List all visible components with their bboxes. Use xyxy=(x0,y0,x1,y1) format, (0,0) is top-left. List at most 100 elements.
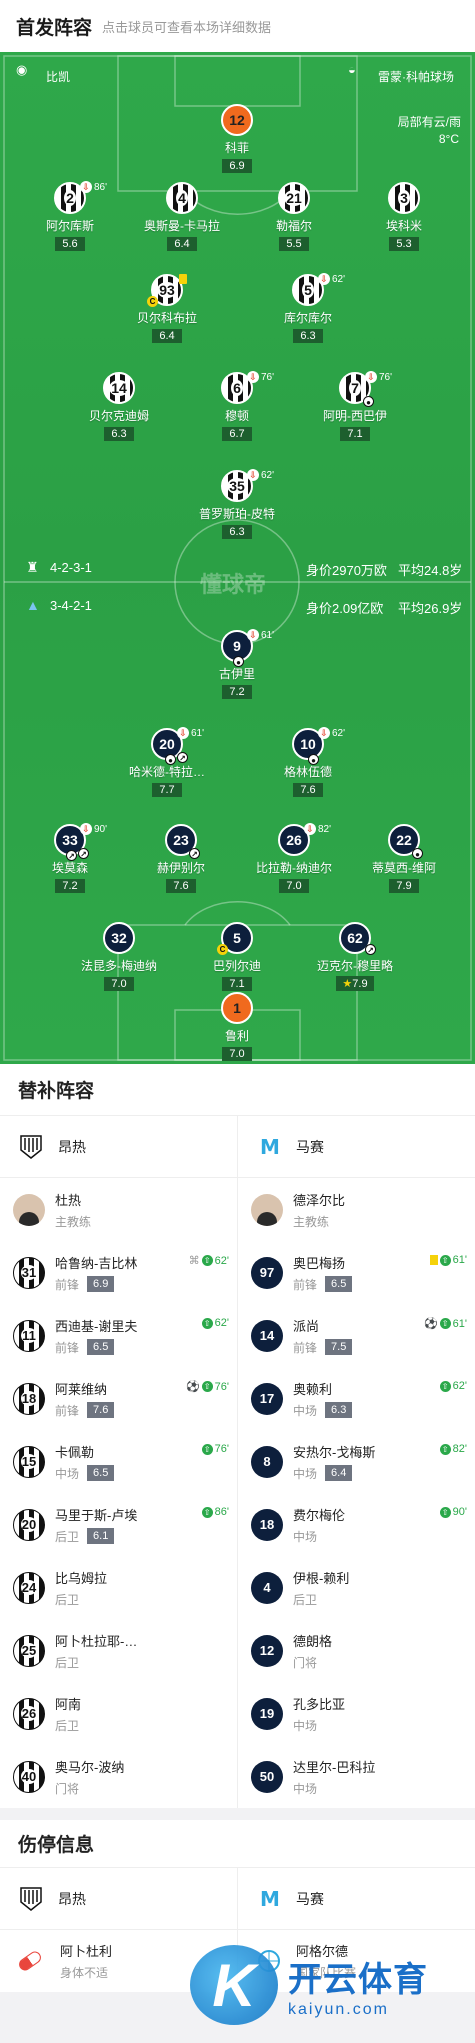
shirt-icon: 62 ↗ xyxy=(339,922,376,955)
shirt-icon: 4 xyxy=(251,1571,283,1604)
shirt-icon: 2 ⇩ 86' xyxy=(54,181,107,214)
sub-row[interactable]: 18 费尔梅伦 中场 ⇧ 90' xyxy=(238,1493,475,1556)
goal-ball-icon: ⚽ xyxy=(423,1318,438,1330)
shirt-icon: 12 xyxy=(221,104,253,136)
sub-row[interactable]: 17 奥赖利 中场 6.3 ⇧ 62' xyxy=(238,1367,475,1430)
shirt-icon: 40 xyxy=(13,1760,45,1793)
shirt-icon: 20 ⇩ 61' ● ↗ xyxy=(151,727,204,765)
home-player[interactable]: 14 贝尔克迪姆 6.3 xyxy=(59,372,179,442)
sub-row[interactable]: 15 卡佩勒 中场 6.5 ⇧ 76' xyxy=(0,1430,237,1493)
away-player[interactable]: 32 法昆多-梅迪纳 7.0 xyxy=(59,922,179,992)
player-name: 科菲 xyxy=(224,141,249,155)
player-rating: 5.5 xyxy=(279,237,309,251)
away-coach[interactable]: 德泽尔比 主教练 xyxy=(238,1178,475,1241)
home-subs: 杜热 主教练 31 哈鲁纳-吉比林 前锋 6.9 ⌘ ⇧ 62' 11 西迪基-谢里夫 前锋… xyxy=(0,1178,237,1808)
sub-in-icon: ⇧ xyxy=(439,1380,451,1392)
away-player[interactable]: 26 ⇩ 82' 比拉勒-纳迪尔 7.0 xyxy=(234,823,354,894)
svg-text:M: M xyxy=(260,1135,280,1159)
lineup-header: 首发阵容 点击球员可查看本场详细数据 xyxy=(0,0,475,52)
home-player-gk[interactable]: 12 科菲 6.9 xyxy=(177,104,297,174)
player-rating: 5.3 xyxy=(389,237,419,251)
sub-row[interactable]: 14 派尚 前锋 7.5 ⚽ ⇧ 61' xyxy=(238,1304,475,1367)
home-player[interactable]: 5 ⇩ 62' 库尔库尔 6.3 xyxy=(248,273,368,344)
home-player[interactable]: 21 勒福尔 5.5 xyxy=(234,182,354,252)
sub-row[interactable]: 20 马里于斯-卢埃 后卫 6.1 ⇧ 86' xyxy=(0,1493,237,1556)
player-name: 鲁利 xyxy=(224,1029,249,1043)
shirt-icon: 4 xyxy=(166,182,198,214)
away-player[interactable]: 10 ⇩ 62' ● 格林伍德 7.6 xyxy=(248,727,368,798)
best-player-star-icon: ★ xyxy=(342,978,353,990)
shirt-icon: 3 xyxy=(388,182,420,214)
sub-in-icon: ⇧ xyxy=(439,1506,451,1518)
sub-row[interactable]: 31 哈鲁纳-吉比林 前锋 6.9 ⌘ ⇧ 62' xyxy=(0,1241,237,1304)
home-player[interactable]: 93 C 贝尔科布拉 6.4 xyxy=(107,274,227,344)
home-team: 昂热 xyxy=(0,1868,237,1929)
shirt-icon: 25 xyxy=(13,1634,45,1667)
player-name: 库尔库尔 xyxy=(283,311,332,325)
away-player[interactable]: 62 ↗ 迈克尔-穆里略 ★7.9 xyxy=(295,922,415,992)
sub-row[interactable]: 4 伊根-赖利 后卫 xyxy=(238,1556,475,1619)
sub-off-badge: ⇩ 76' xyxy=(365,371,392,383)
site-watermark: K 开云体育 kaiyun.com xyxy=(190,1945,428,2025)
home-formation: 4-2-3-1 xyxy=(50,560,92,575)
player-rating: 6.9 xyxy=(222,159,252,173)
sub-in-icon: ⇧ xyxy=(201,1443,213,1455)
kaiyun-logo-icon: K xyxy=(190,1945,278,2025)
goal-ball-icon: ● xyxy=(412,848,423,859)
away-player[interactable]: 22 ● 蒂莫西-维阿 7.9 xyxy=(344,824,464,894)
sub-row[interactable]: 25 阿卜杜拉耶-… 后卫 xyxy=(0,1619,237,1682)
sub-row[interactable]: 26 阿南 后卫 xyxy=(0,1682,237,1745)
player-rating: 7.0 xyxy=(222,1047,252,1061)
away-player[interactable]: 9 ⇩ 61' ● 古伊里 7.2 xyxy=(177,629,297,700)
sub-row[interactable]: 97 奥巴梅扬 前锋 6.5 ⇧ 61' xyxy=(238,1241,475,1304)
sub-row[interactable]: 8 安热尔-戈梅斯 中场 6.4 ⇧ 82' xyxy=(238,1430,475,1493)
shirt-icon: 93 C xyxy=(147,274,187,307)
player-name: 迈克尔-穆里略 xyxy=(317,959,393,973)
player-name: 埃莫森 xyxy=(51,861,88,875)
player-name: 穆顿 xyxy=(224,409,249,423)
goal-ball-icon: ● xyxy=(165,754,176,765)
player-name: 赫伊别尔 xyxy=(156,861,205,875)
player-rating: 6.4 xyxy=(167,237,197,251)
sub-row[interactable]: 12 德朗格 门将 xyxy=(238,1619,475,1682)
home-team: 昂热 xyxy=(0,1116,237,1177)
player-rating: 7.6 xyxy=(166,879,196,893)
home-player[interactable]: 4 奥斯曼-卡马拉 6.4 xyxy=(122,182,242,252)
sub-row[interactable]: 18 阿莱维纳 前锋 7.6 ⚽ ⇧ 76' xyxy=(0,1367,237,1430)
shirt-icon: 14 xyxy=(103,372,135,404)
sub-in-event: ⇧ 62' xyxy=(439,1380,467,1392)
sub-row[interactable]: 19 孔多比亚 中场 xyxy=(238,1682,475,1745)
home-player[interactable]: 6 ⇩ 76' 穆顿 6.7 xyxy=(177,371,297,442)
away-team: M 马赛 xyxy=(237,1116,475,1177)
away-player[interactable]: 5 C 巴列尔迪 7.1 xyxy=(177,922,297,992)
home-player[interactable]: 2 ⇩ 86' 阿尔库斯 5.6 xyxy=(10,181,130,252)
player-rating: 7.0 xyxy=(279,879,309,893)
away-player[interactable]: 20 ⇩ 61' ● ↗ 哈米德-特拉… 7.7 xyxy=(107,727,227,798)
away-player-gk[interactable]: 1 鲁利 7.0 xyxy=(177,992,297,1062)
sub-in-event: ⇧ 62' xyxy=(201,1317,229,1329)
shirt-icon: 26 ⇩ 82' xyxy=(278,823,331,856)
sub-arrow-icon: ⇩ xyxy=(247,469,259,481)
sub-off-badge: ⇩ 62' xyxy=(318,273,345,285)
sub-off-badge: ⇩ 61' xyxy=(177,727,204,739)
svg-text:M: M xyxy=(260,1887,280,1911)
sub-row[interactable]: 50 达里尔-巴科拉 中场 xyxy=(238,1745,475,1808)
home-coach[interactable]: 杜热 主教练 xyxy=(0,1178,237,1241)
angers-crest-icon xyxy=(18,1886,44,1912)
subs-title: 替补阵容 xyxy=(0,1064,475,1116)
player-rating: 7.1 xyxy=(340,427,370,441)
home-player[interactable]: 3 埃科米 5.3 xyxy=(344,182,464,252)
shirt-icon: 15 xyxy=(13,1445,45,1478)
home-player[interactable]: 35 ⇩ 62' 普罗斯珀-皮特 6.3 xyxy=(177,469,297,540)
sub-off-badge: ⇩ 90' xyxy=(80,823,107,835)
sub-off-badge: ⇩ 62' xyxy=(318,727,345,739)
player-name: 哈米德-特拉… xyxy=(129,765,205,779)
away-player[interactable]: 33 ⇩ 90' ↗ ↗ 埃莫森 7.2 xyxy=(10,823,130,894)
sub-row[interactable]: 11 西迪基-谢里夫 前锋 6.5 ⇧ 62' xyxy=(0,1304,237,1367)
sub-row[interactable]: 40 奥马尔-波纳 门将 xyxy=(0,1745,237,1808)
sub-row[interactable]: 24 比乌姆拉 后卫 xyxy=(0,1556,237,1619)
subs-team-row: 昂热 M 马赛 xyxy=(0,1116,475,1178)
away-player[interactable]: 23 ↗ 赫伊别尔 7.6 xyxy=(121,824,241,894)
home-player[interactable]: 7 ⇩ 76' ● 阿明-西巴伊 7.1 xyxy=(295,371,415,442)
away-crest-icon: ▲ xyxy=(26,597,40,613)
